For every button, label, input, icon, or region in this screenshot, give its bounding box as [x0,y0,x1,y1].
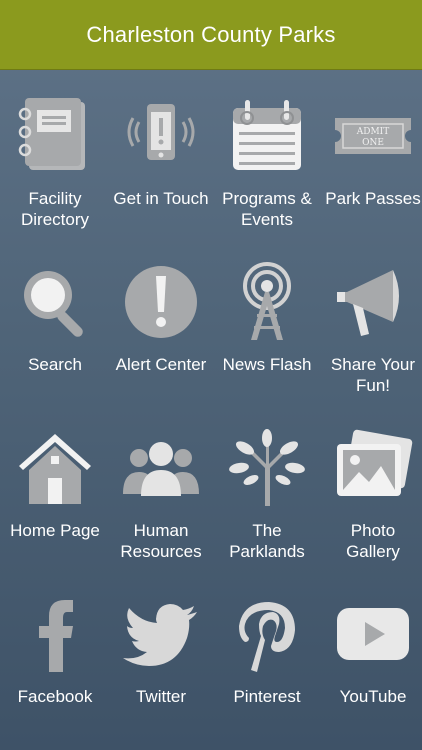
tile-facility-directory[interactable]: Facility Directory [2,70,108,236]
tree-icon [227,428,307,508]
tile-label: Alert Center [115,355,207,374]
exclamation-icon [121,262,201,342]
tile-news-flash[interactable]: News Flash [214,236,320,402]
house-icon [15,428,95,508]
tile-label: Twitter [135,687,187,706]
tile-label: News Flash [222,355,312,374]
tile-label: Facility Directory [20,189,89,229]
magnifier-icon [15,262,95,342]
tile-label: Pinterest [233,687,301,706]
tile-youtube[interactable]: YouTube [320,568,422,734]
tile-label: Search [28,355,82,374]
tile-programs-events[interactable]: Programs & Events [214,70,320,236]
ticket-icon: ADMIT ONE [333,96,413,176]
youtube-icon [333,594,413,674]
tile-pinterest[interactable]: Pinterest [214,568,320,734]
tile-human-resources[interactable]: Human Resources [108,402,214,568]
menu-grid: Facility Directory Get in Touch Programs… [0,70,422,750]
tile-label: Photo Gallery [346,521,400,561]
tile-label: Share Your Fun! [330,355,416,395]
tile-facebook[interactable]: Facebook [2,568,108,734]
tile-search[interactable]: Search [2,236,108,402]
twitter-icon [121,594,201,674]
pinterest-icon [227,594,307,674]
tile-label: The Parklands [229,521,305,561]
app-header: Charleston County Parks [0,0,422,70]
tile-label: Facebook [17,687,93,706]
tile-photo-gallery[interactable]: Photo Gallery [320,402,422,568]
people-icon [121,428,201,508]
tile-twitter[interactable]: Twitter [108,568,214,734]
ticket-text-top: ADMIT [356,127,390,137]
notebook-icon [15,96,95,176]
tile-park-passes[interactable]: ADMIT ONE Park Passes [320,70,422,236]
calendar-icon [227,96,307,176]
tile-label: Human Resources [120,521,202,561]
tile-home-page[interactable]: Home Page [2,402,108,568]
tile-label: Home Page [10,521,100,540]
tile-label: Get in Touch [113,189,209,208]
tile-label: Park Passes [325,189,421,208]
ticket-text-bottom: ONE [362,138,384,148]
photo-icon [333,428,413,508]
tile-share-your-fun[interactable]: Share Your Fun! [320,236,422,402]
tile-get-in-touch[interactable]: Get in Touch [108,70,214,236]
phone-alert-icon [121,96,201,176]
tile-label: YouTube [339,687,407,706]
tile-alert-center[interactable]: Alert Center [108,236,214,402]
tile-label: Programs & Events [222,189,312,229]
facebook-icon [15,594,95,674]
megaphone-icon [333,262,413,342]
page-title: Charleston County Parks [86,21,336,47]
tile-the-parklands[interactable]: The Parklands [214,402,320,568]
broadcast-tower-icon [227,262,307,342]
